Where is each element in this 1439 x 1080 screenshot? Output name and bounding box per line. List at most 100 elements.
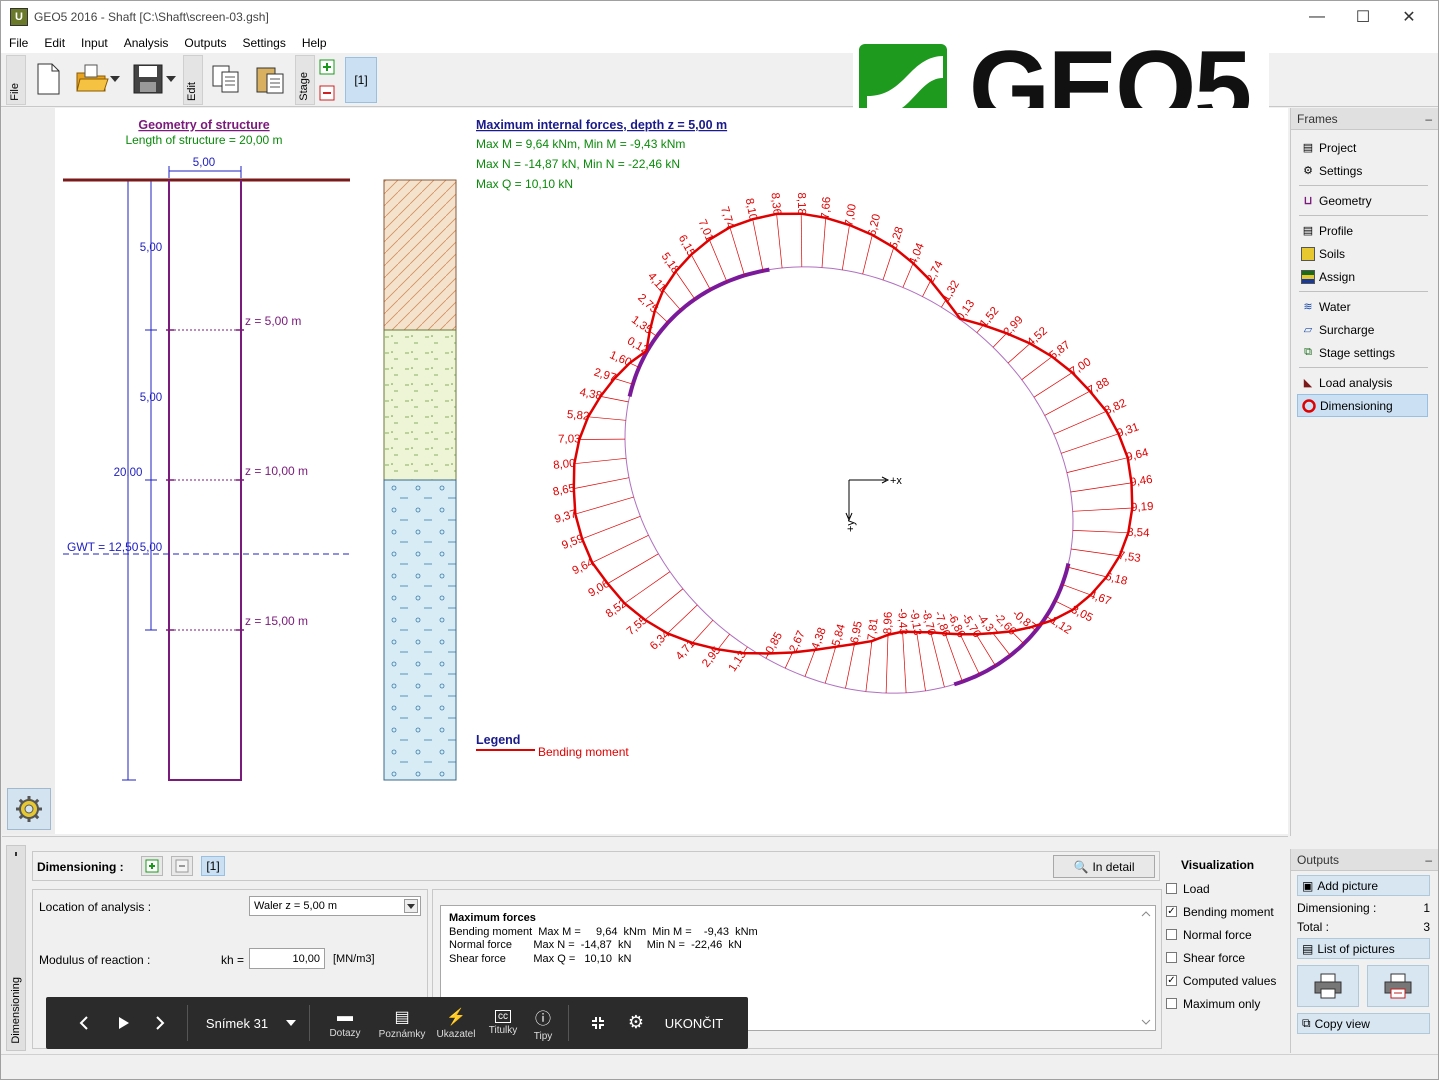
frame-soils[interactable]: Soils [1297,242,1428,265]
modulus-input[interactable]: 10,00 [249,948,325,969]
exit-fullscreen-button[interactable] [586,997,610,1049]
menu-outputs[interactable]: Outputs [176,36,234,50]
checkbox-computed-values[interactable]: ✓ Computed values [1166,969,1286,992]
remove-analysis-button[interactable] [171,856,193,876]
play-button[interactable] [112,997,136,1049]
slide-selector[interactable]: Snímek 31 [196,997,306,1049]
menu-file[interactable]: File [1,36,36,50]
document-icon: ▤ [1302,142,1314,154]
collapse-icon[interactable]: ‒ [1425,853,1432,867]
menu-analysis[interactable]: Analysis [116,36,177,50]
moment-value-label: 8,10 [743,197,759,221]
checkbox-normal-force[interactable]: Normal force [1166,923,1286,946]
dimension-label: 5,00 [140,542,162,554]
captions-button[interactable]: cc Titulky [484,997,522,1049]
moment-hatch [804,649,816,677]
copy-view-button[interactable]: ⧉ Copy view [1297,1013,1430,1034]
maximize-button[interactable]: ☐ [1340,1,1386,33]
toolbar-group-stage: Stage [295,55,315,105]
close-button[interactable]: ✕ [1386,1,1432,33]
prev-slide-button[interactable] [72,997,96,1049]
frame-label: Surcharge [1319,322,1375,337]
frame-label: Assign [1319,269,1356,284]
frame-settings[interactable]: ⚙ Settings [1297,159,1428,182]
frame-dimensioning[interactable]: Dimensioning [1297,394,1428,417]
frame-profile[interactable]: ▤ Profile [1297,219,1428,242]
tips-button[interactable]: ⓘ Tipy [530,997,556,1049]
checkbox-box [1166,952,1177,963]
remove-stage-button[interactable] [317,83,337,103]
moment-value-label: 9,06 [586,578,611,600]
moment-value-label: -6,95 [848,620,865,648]
assign-icon [1301,269,1315,284]
notes-button[interactable]: ▤ Poznámky [376,997,428,1049]
paste-data-button[interactable] [253,61,287,97]
in-detail-button[interactable]: 🔍 In detail [1053,855,1155,878]
frame-load-analysis[interactable]: ◣ Load analysis [1297,371,1428,394]
location-value: Waler z = 5,00 m [254,900,338,912]
add-picture-button[interactable]: ▣ Add picture [1297,875,1430,896]
new-file-button[interactable] [31,61,65,97]
frame-geometry[interactable]: ⊔ Geometry [1297,189,1428,212]
dimensioning-side-tab[interactable]: Dimensioning [6,845,26,1051]
moment-hatch [959,634,980,675]
magnifier-icon: 🔍 [1073,859,1089,874]
moment-hatch [574,457,627,465]
moment-hatch [1044,390,1091,416]
end-presentation-button[interactable]: UKONČIT [664,997,724,1049]
open-dropdown[interactable] [107,61,123,97]
add-stage-button[interactable] [317,57,337,77]
save-dropdown[interactable] [163,61,179,97]
location-select[interactable]: Waler z = 5,00 m [249,896,421,916]
load-analysis-icon: ◣ [1303,377,1313,389]
player-settings-button[interactable]: ⚙ [624,997,648,1049]
menu-help[interactable]: Help [294,36,335,50]
moment-value-label: 4,38 [579,386,603,402]
chat-icon: ▬ [337,1007,353,1025]
printer-export-icon [1384,973,1412,999]
stage-1-button[interactable]: [1] [345,57,377,103]
checkbox-load[interactable]: Load [1166,877,1286,900]
save-button[interactable] [131,61,165,97]
dim-count-value: 1 [1423,901,1430,915]
chevron-down-icon [286,1020,297,1026]
list-of-pictures-button[interactable]: ▤ List of pictures [1297,938,1430,959]
dim-count-label: Dimensioning : [1297,901,1377,915]
menu-input[interactable]: Input [73,36,116,50]
open-folder-icon [76,64,109,92]
collapse-icon[interactable]: ‒ [1425,112,1432,126]
checkbox-maximum-only[interactable]: Maximum only [1166,992,1286,1015]
pointer-button[interactable]: ⚡ Ukazatel [434,997,478,1049]
frame-separator [1299,185,1428,186]
drawing-canvas[interactable]: Geometry of structure Length of structur… [2,108,1288,834]
checkbox-shear-force[interactable]: Shear force [1166,946,1286,969]
questions-button[interactable]: ▬ Dotazy [322,997,368,1049]
menu-settings[interactable]: Settings [234,36,293,50]
results-scrollbar[interactable] [1141,908,1153,1028]
print-button[interactable] [1297,965,1359,1007]
frame-assign[interactable]: Assign [1297,265,1428,288]
next-slide-button[interactable] [148,997,172,1049]
minimize-button[interactable]: — [1294,1,1340,33]
copy-data-icon [212,65,239,93]
outputs-header: Outputs ‒ [1291,849,1438,871]
print-export-button[interactable] [1367,965,1429,1007]
analysis-1-button[interactable]: [1] [201,856,225,876]
copy-data-button[interactable] [209,61,243,97]
moment-value-label: 7,00 [843,203,858,227]
moment-hatch [922,280,931,297]
open-file-button[interactable] [75,61,109,97]
moment-hatch [841,224,850,270]
frame-water[interactable]: ≋ Water [1297,295,1428,318]
moment-hatch [644,588,684,621]
menu-edit[interactable]: Edit [36,36,73,50]
moment-hatch [865,641,873,692]
add-analysis-button[interactable] [141,856,163,876]
checkbox-bending-moment[interactable]: ✓ Bending moment [1166,900,1286,923]
frame-surcharge[interactable]: ▱ Surcharge [1297,318,1428,341]
moment-value-label: -4,38 [808,626,828,655]
moment-hatch [629,362,640,368]
moment-value-label: -0,85 [762,630,785,659]
frame-project[interactable]: ▤ Project [1297,136,1428,159]
frame-stage-settings[interactable]: ⧉ Stage settings [1297,341,1428,364]
